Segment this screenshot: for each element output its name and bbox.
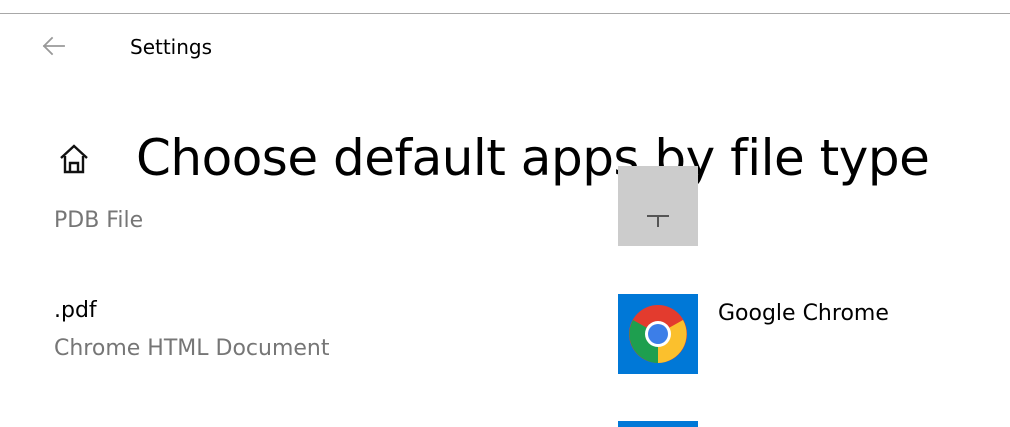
plus-icon-stem: [657, 215, 659, 227]
home-icon[interactable]: [54, 139, 94, 179]
window-top-border: [0, 13, 1010, 14]
choose-default-app-button[interactable]: [618, 166, 698, 246]
window-title: Settings: [130, 35, 213, 59]
default-app-name: Google Chrome: [718, 301, 889, 326]
file-type-description: PDB File: [54, 208, 144, 233]
settings-window: Settings Choose default apps by file typ…: [0, 0, 1010, 427]
back-button[interactable]: [33, 28, 73, 64]
file-extension: .pdf: [54, 298, 97, 323]
file-type-description: Chrome HTML Document: [54, 336, 330, 361]
default-app-button-chrome[interactable]: [618, 294, 698, 374]
page-title: Choose default apps by file type: [136, 129, 930, 187]
next-default-app-button[interactable]: [618, 421, 698, 427]
chrome-icon: [629, 305, 687, 363]
back-arrow-icon: [42, 36, 65, 56]
